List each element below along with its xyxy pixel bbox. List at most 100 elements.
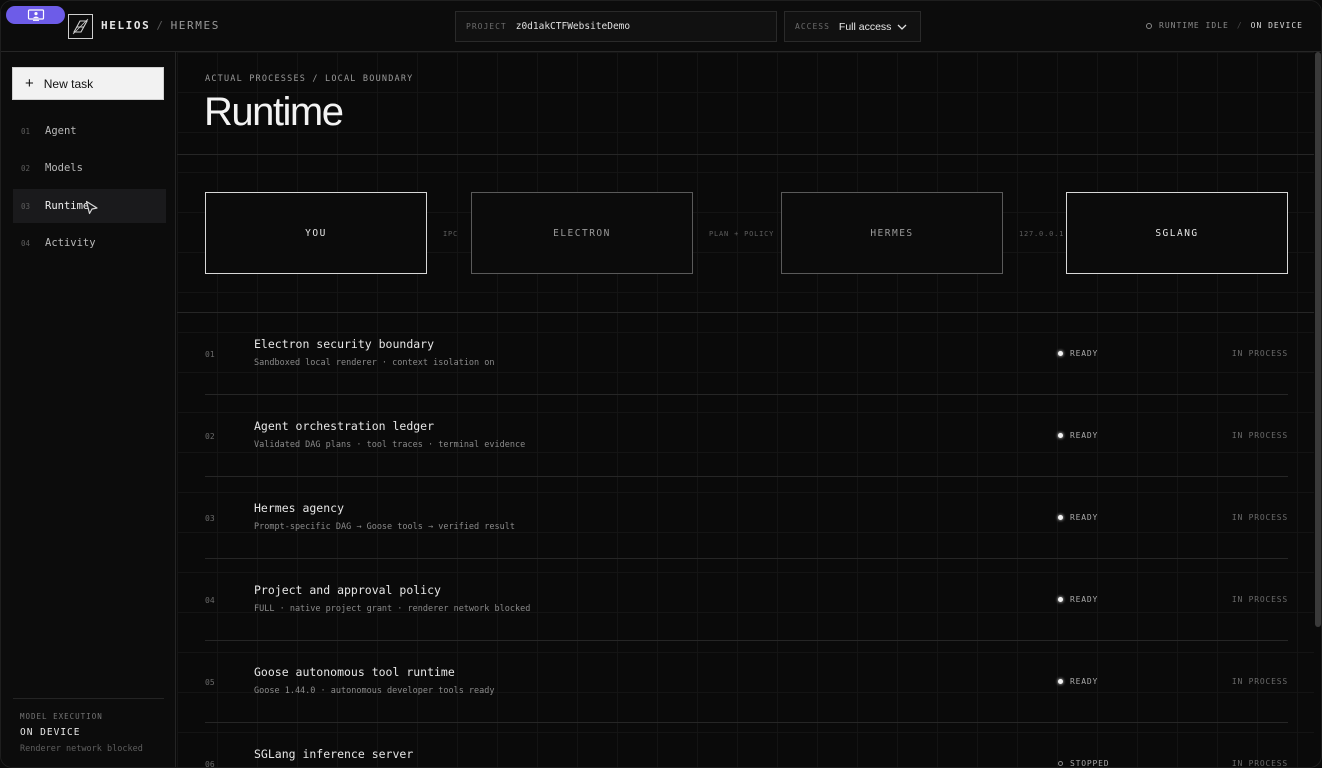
brand-separator: / <box>156 19 165 32</box>
status-dot-icon <box>1058 597 1063 602</box>
process-status-text: READY <box>1070 677 1099 686</box>
pipeline-node-electron: ELECTRON <box>471 192 693 274</box>
process-number: 04 <box>205 596 215 605</box>
nav-number: 01 <box>21 126 31 136</box>
process-row[interactable]: 03 Hermes agency Prompt-specific DAG → G… <box>205 477 1288 559</box>
status-dot-icon <box>1058 515 1063 520</box>
process-status: READY <box>1058 513 1098 522</box>
process-status: READY <box>1058 677 1098 686</box>
model-execution-panel: MODEL EXECUTION ON DEVICE Renderer netwo… <box>13 698 164 754</box>
sidebar-item-models[interactable]: 02 Models <box>13 151 166 185</box>
cursor-icon <box>85 200 98 215</box>
process-status: READY <box>1058 431 1098 440</box>
model-execution-value: ON DEVICE <box>20 727 81 738</box>
project-value: z0d1akCTFWebsiteDemo <box>515 21 631 32</box>
project-label: PROJECT <box>466 22 507 31</box>
main-content: ACTUAL PROCESSES / LOCAL BOUNDARY Runtim… <box>177 52 1314 768</box>
header-divider <box>177 154 1314 155</box>
process-mode: IN PROCESS <box>1231 431 1288 440</box>
process-description: FULL · native project grant · renderer n… <box>254 604 531 614</box>
status-ring-icon <box>1146 22 1153 29</box>
brand-name: HELIOS <box>101 19 151 32</box>
nav-label: Agent <box>45 125 77 137</box>
process-title: Project and approval policy <box>254 583 441 597</box>
process-status: STOPPED <box>1058 759 1110 768</box>
process-number: 02 <box>205 432 215 441</box>
nav-number: 02 <box>21 163 31 173</box>
access-dropdown[interactable]: ACCESS Full access <box>784 11 921 42</box>
process-status: READY <box>1058 595 1098 604</box>
breadcrumb: HELIOS / HERMES <box>101 19 220 32</box>
process-description: Prompt-specific DAG → Goose tools → veri… <box>254 522 515 532</box>
pipeline-node-hermes: HERMES <box>781 192 1003 274</box>
page-breadcrumb: ACTUAL PROCESSES / LOCAL BOUNDARY <box>205 74 414 84</box>
chevron-down-icon <box>897 24 907 30</box>
pipeline-node-you: YOU <box>205 192 427 274</box>
process-description: Validated DAG plans · tool traces · term… <box>254 440 526 450</box>
process-number: 01 <box>205 350 215 359</box>
process-description: Sandboxed local renderer · context isola… <box>254 358 495 368</box>
device-status: ON DEVICE <box>1250 21 1303 30</box>
process-title: SGLang inference server <box>254 747 414 761</box>
pipeline-node-sglang: SGLANG <box>1066 192 1288 274</box>
process-title: Electron security boundary <box>254 337 435 351</box>
pipeline-edge-ipc: IPC <box>443 230 459 238</box>
process-status-text: READY <box>1070 349 1099 358</box>
plus-icon: + <box>25 75 34 92</box>
runtime-status: RUNTIME IDLE / ON DEVICE <box>1146 21 1303 30</box>
process-row[interactable]: 01 Electron security boundary Sandboxed … <box>205 313 1288 395</box>
status-dot-icon <box>1058 433 1063 438</box>
top-bar: HELIOS / HERMES PROJECT z0d1akCTFWebsiteDe… <box>1 1 1321 52</box>
access-label: ACCESS <box>795 22 830 31</box>
process-status-text: READY <box>1070 431 1099 440</box>
process-row[interactable]: 04 Project and approval policy FULL · na… <box>205 559 1288 641</box>
sidebar-item-activity[interactable]: 04 Activity <box>13 226 166 260</box>
process-status-text: READY <box>1070 513 1099 522</box>
sidebar: + New task 01 Agent 02 Models 03 Runtime… <box>1 52 176 767</box>
process-title: Agent orchestration ledger <box>254 419 435 433</box>
sidebar-item-agent[interactable]: 01 Agent <box>13 114 166 148</box>
scrollbar[interactable] <box>1315 52 1321 627</box>
runtime-status-text: RUNTIME IDLE <box>1159 21 1229 30</box>
model-execution-note: Renderer network blocked <box>20 744 143 754</box>
process-number: 06 <box>205 760 215 768</box>
pipeline-edge-localhost: 127.0.0.1 <box>1019 230 1065 238</box>
process-number: 05 <box>205 678 215 687</box>
access-value: Full access <box>838 20 892 33</box>
process-mode: IN PROCESS <box>1231 759 1288 768</box>
project-selector[interactable]: PROJECT z0d1akCTFWebsiteDemo <box>455 11 777 42</box>
process-title: Hermes agency <box>254 501 345 515</box>
process-number: 03 <box>205 514 215 523</box>
process-row[interactable]: 05 Goose autonomous tool runtime Goose 1… <box>205 641 1288 723</box>
process-mode: IN PROCESS <box>1231 513 1288 522</box>
app-window: HELIOS / HERMES PROJECT z0d1akCTFWebsiteDe… <box>0 0 1322 768</box>
process-row[interactable]: 06 SGLang inference server STOPPED IN PR… <box>205 723 1288 768</box>
device-toggle-button[interactable] <box>6 6 65 24</box>
page-title: Runtime <box>204 90 344 134</box>
process-row[interactable]: 02 Agent orchestration ledger Validated … <box>205 395 1288 477</box>
status-dot-icon <box>1058 351 1063 356</box>
status-ring-icon <box>1058 761 1063 766</box>
monitor-user-icon <box>27 9 44 21</box>
nav-number: 04 <box>21 238 31 248</box>
brand-subtitle: HERMES <box>170 19 220 32</box>
process-mode: IN PROCESS <box>1231 677 1288 686</box>
new-task-label: New task <box>43 76 94 91</box>
process-title: Goose autonomous tool runtime <box>254 665 455 679</box>
process-mode: IN PROCESS <box>1231 595 1288 604</box>
process-status: READY <box>1058 349 1098 358</box>
process-status-text: STOPPED <box>1070 759 1110 768</box>
pipeline-edge-plan-policy: PLAN + POLICY <box>709 230 775 238</box>
helios-logo-icon <box>68 14 93 39</box>
new-task-button[interactable]: + New task <box>12 67 164 100</box>
process-status-text: READY <box>1070 595 1099 604</box>
status-separator: / <box>1236 21 1243 30</box>
nav-number: 03 <box>21 201 31 211</box>
nav-label: Runtime <box>45 200 90 212</box>
nav-label: Activity <box>45 237 96 249</box>
process-description: Goose 1.44.0 · autonomous developer tool… <box>254 686 495 696</box>
model-execution-label: MODEL EXECUTION <box>20 712 103 721</box>
status-dot-icon <box>1058 679 1063 684</box>
nav-label: Models <box>45 162 83 174</box>
process-mode: IN PROCESS <box>1231 349 1288 358</box>
